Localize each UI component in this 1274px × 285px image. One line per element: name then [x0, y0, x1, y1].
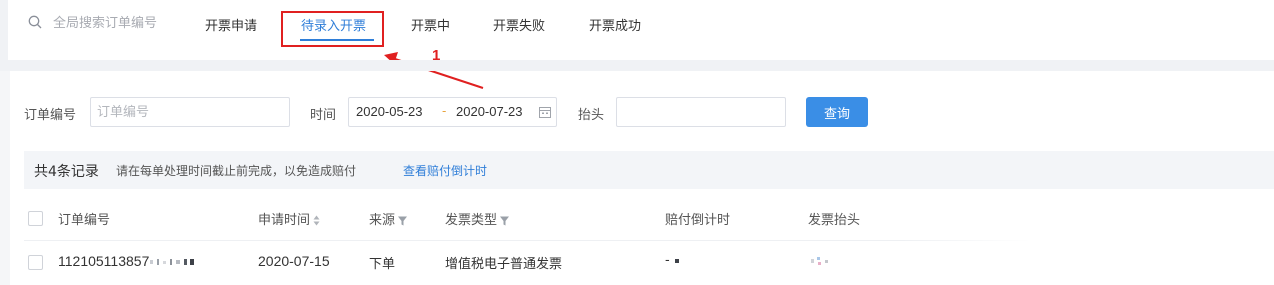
column-header-label: 发票类型: [445, 213, 498, 228]
table-cell-invoice-title: [808, 253, 834, 268]
column-header-invoice-type[interactable]: 发票类型: [445, 209, 510, 228]
column-header-label: 来源: [369, 213, 396, 228]
invoice-title-input[interactable]: [616, 97, 786, 127]
summary-bar: 共4条记录 请在每单处理时间截止前完成，以免造成赔付 查看赔付倒计时: [24, 151, 1274, 189]
column-header-label: 申请时间: [258, 213, 311, 228]
date-range-picker[interactable]: 2020-05-23 - 2020-07-23: [348, 97, 557, 127]
column-header-countdown: 赔付倒计时: [665, 213, 731, 228]
search-icon: [28, 15, 42, 29]
global-search-input[interactable]: [53, 12, 183, 34]
summary-note: 请在每单处理时间截止前完成，以免造成赔付: [116, 164, 357, 178]
filter-icon[interactable]: [398, 216, 408, 226]
order-number-value: 112105113857: [58, 253, 150, 269]
view-countdown-link[interactable]: 查看赔付倒计时: [403, 162, 487, 179]
table-cell-order-number[interactable]: 112105113857: [58, 253, 197, 269]
table-cell-source: 下单: [369, 257, 396, 272]
table-cell-countdown: -: [665, 253, 681, 268]
select-all-checkbox[interactable]: [28, 211, 43, 226]
sort-icon[interactable]: [313, 215, 320, 226]
filter-icon[interactable]: [500, 216, 510, 226]
table-cell-apply-time: 2020-07-15: [258, 253, 330, 269]
record-count: 共4条记录: [34, 164, 99, 180]
date-range-separator: -: [442, 104, 447, 118]
row-checkbox[interactable]: [28, 255, 43, 270]
faded-edge: [900, 190, 1274, 285]
redacted-text: [811, 256, 828, 265]
column-header-source[interactable]: 来源: [369, 209, 408, 228]
column-header-invoice-title: 发票抬头: [808, 213, 861, 228]
redacted-text: [674, 258, 679, 263]
annotation-highlight-box: [281, 11, 384, 47]
calendar-icon[interactable]: [539, 106, 551, 118]
date-start[interactable]: 2020-05-23: [356, 104, 423, 119]
order-number-label: 订单编号: [24, 108, 77, 123]
table-cell-invoice-type: 增值税电子普通发票: [445, 257, 563, 272]
countdown-value: -: [665, 253, 670, 268]
tab-invoice-apply[interactable]: 开票申请: [205, 15, 257, 34]
left-gutter: [0, 71, 10, 285]
tab-invoicing[interactable]: 开票中: [411, 15, 450, 34]
column-header-apply-time[interactable]: 申请时间: [258, 209, 320, 228]
date-end[interactable]: 2020-07-23: [456, 104, 523, 119]
query-button[interactable]: 查询: [806, 97, 868, 127]
time-label: 时间: [310, 108, 337, 123]
tab-invoice-success[interactable]: 开票成功: [589, 15, 641, 34]
title-label: 抬头: [578, 108, 605, 123]
redacted-text: [150, 259, 195, 266]
section-separator: [0, 60, 1274, 71]
column-header-order-number: 订单编号: [58, 213, 111, 228]
order-number-input[interactable]: [90, 97, 290, 127]
tab-invoice-failed[interactable]: 开票失败: [493, 15, 545, 34]
